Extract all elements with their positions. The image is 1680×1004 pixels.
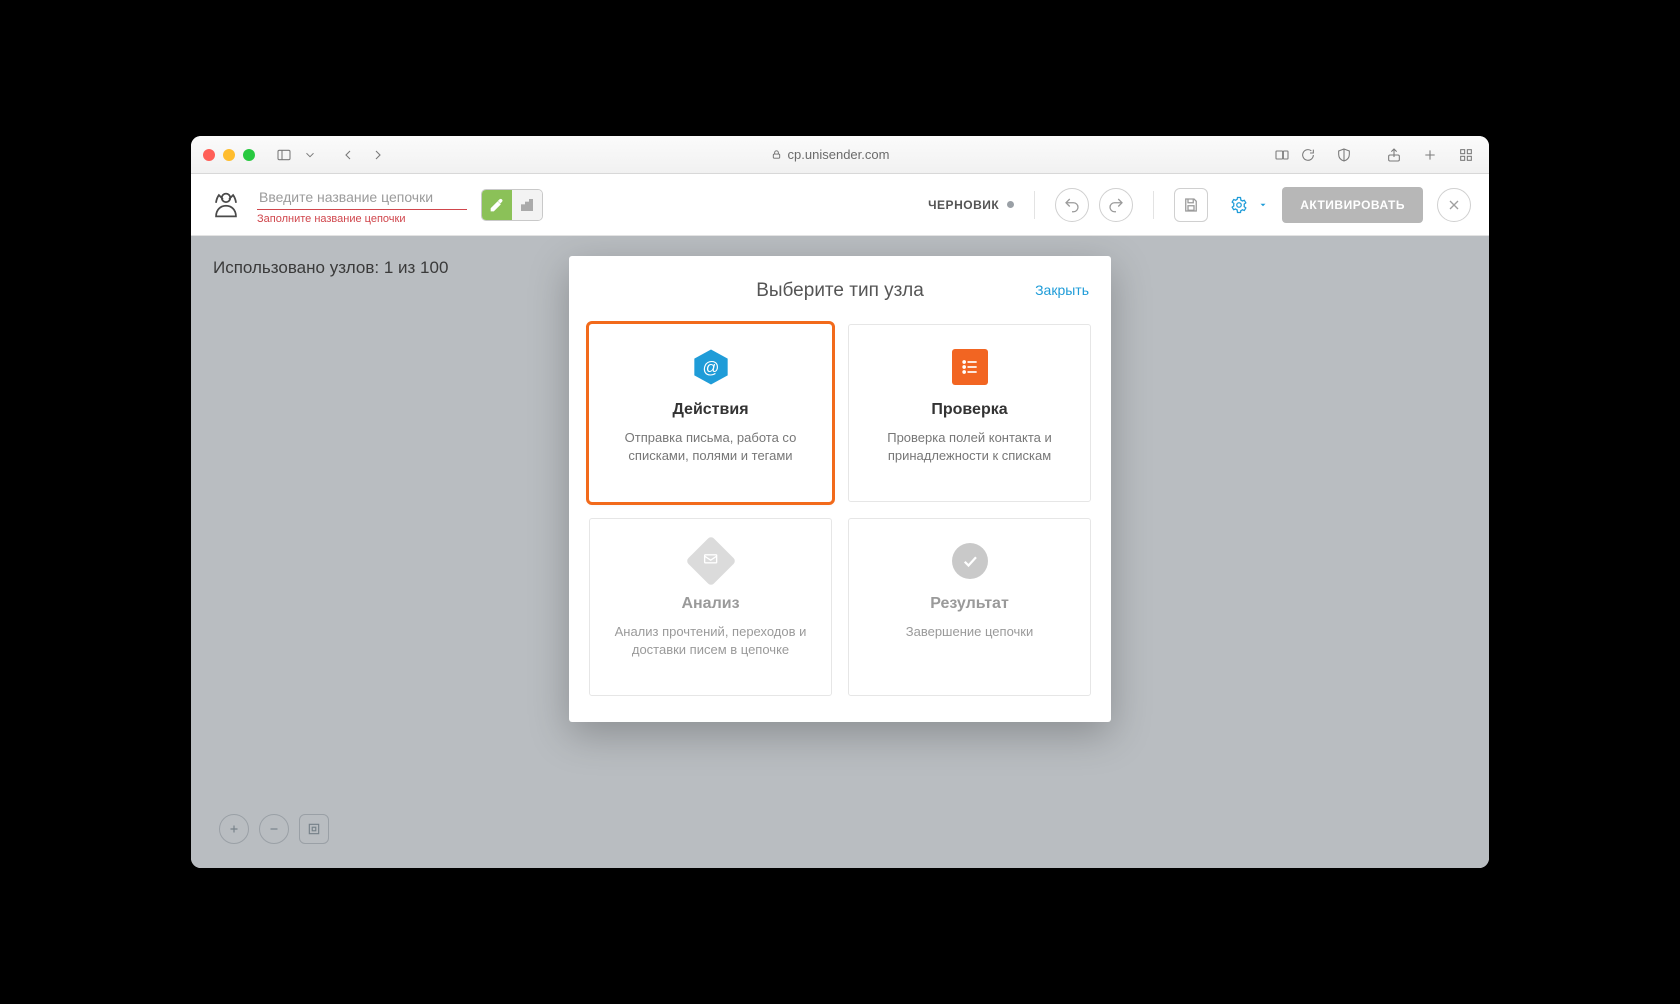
view-mode-toggle: [481, 189, 543, 221]
status-label: ЧЕРНОВИК: [928, 198, 999, 212]
reload-icon[interactable]: [1297, 144, 1319, 166]
save-button[interactable]: [1174, 188, 1208, 222]
card-desc: Отправка письма, работа со списками, пол…: [608, 429, 813, 464]
minimize-window-icon[interactable]: [223, 149, 235, 161]
zoom-controls: [219, 814, 329, 844]
chain-name-input[interactable]: [257, 185, 467, 210]
chevron-down-icon[interactable]: [303, 144, 317, 166]
svg-text:@: @: [702, 358, 719, 377]
share-icon[interactable]: [1383, 144, 1405, 166]
card-desc: Завершение цепочки: [906, 623, 1033, 641]
stats-mode-button[interactable]: [512, 190, 542, 220]
redo-button[interactable]: [1099, 188, 1133, 222]
nodes-used-label: Использовано узлов: 1 из 100: [213, 258, 448, 278]
app-logo-icon[interactable]: [209, 188, 243, 222]
status-badge: ЧЕРНОВИК: [928, 198, 1014, 212]
shield-icon[interactable]: [1333, 144, 1355, 166]
modal-title: Выберите тип узла: [756, 280, 924, 302]
chain-name-error: Заполните название цепочки: [257, 213, 467, 225]
at-hex-icon: @: [691, 347, 731, 387]
node-card-analysis[interactable]: Анализ Анализ прочтений, переходов и дос…: [589, 518, 832, 696]
mail-diamond-icon: [691, 541, 731, 581]
reader-icon[interactable]: [1271, 144, 1293, 166]
caret-down-icon: [1258, 200, 1268, 210]
list-square-icon: [950, 347, 990, 387]
nav-forward-icon[interactable]: [367, 144, 389, 166]
maximize-window-icon[interactable]: [243, 149, 255, 161]
tabs-overview-icon[interactable]: [1455, 144, 1477, 166]
nav-back-icon[interactable]: [337, 144, 359, 166]
settings-dropdown[interactable]: [1222, 188, 1268, 222]
node-card-check[interactable]: Проверка Проверка полей контакта и прина…: [848, 324, 1091, 502]
node-card-actions[interactable]: @ Действия Отправка письма, работа со сп…: [589, 324, 832, 502]
sidebar-toggle-icon[interactable]: [273, 144, 295, 166]
status-dot-icon: [1007, 201, 1014, 208]
lock-icon: [771, 149, 782, 160]
browser-window: cp.unisender.com Заполните назв: [191, 136, 1489, 868]
card-title: Анализ: [681, 595, 739, 613]
check-circle-icon: [950, 541, 990, 581]
card-title: Результат: [930, 595, 1009, 613]
zoom-out-button[interactable]: [259, 814, 289, 844]
fit-screen-button[interactable]: [299, 814, 329, 844]
edit-mode-button[interactable]: [482, 190, 512, 220]
browser-titlebar: cp.unisender.com: [191, 136, 1489, 174]
node-card-result[interactable]: Результат Завершение цепочки: [848, 518, 1091, 696]
node-type-modal: Выберите тип узла Закрыть @ Действия Отп…: [569, 256, 1111, 722]
card-title: Действия: [672, 401, 748, 419]
chain-name-field: Заполните название цепочки: [257, 185, 467, 225]
activate-button[interactable]: АКТИВИРОВАТЬ: [1282, 187, 1423, 223]
zoom-in-button[interactable]: [219, 814, 249, 844]
close-window-icon[interactable]: [203, 149, 215, 161]
close-editor-button[interactable]: [1437, 188, 1471, 222]
card-desc: Анализ прочтений, переходов и доставки п…: [608, 623, 813, 658]
canvas-workspace[interactable]: Использовано узлов: 1 из 100 Выберите ти…: [191, 236, 1489, 868]
new-tab-icon[interactable]: [1419, 144, 1441, 166]
url-text: cp.unisender.com: [788, 147, 890, 162]
app-header: Заполните название цепочки ЧЕРНОВИК: [191, 174, 1489, 236]
modal-close-button[interactable]: Закрыть: [1035, 282, 1089, 298]
address-bar[interactable]: cp.unisender.com: [397, 147, 1263, 162]
undo-button[interactable]: [1055, 188, 1089, 222]
card-title: Проверка: [931, 401, 1007, 419]
card-desc: Проверка полей контакта и принадлежности…: [867, 429, 1072, 464]
window-controls: [203, 149, 255, 161]
